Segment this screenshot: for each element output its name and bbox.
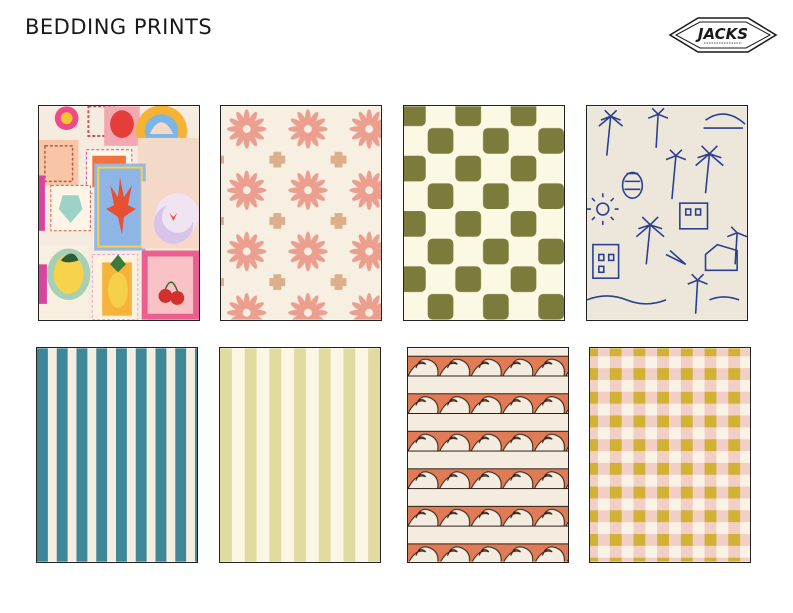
- print-navy-palm-toile[interactable]: [586, 105, 748, 321]
- svg-text:JACKS: JACKS: [695, 25, 748, 43]
- print-green-stripe[interactable]: [219, 347, 381, 563]
- page-title: BEDDING PRINTS: [25, 15, 213, 39]
- print-olive-check[interactable]: [403, 105, 565, 321]
- print-teal-stripe[interactable]: [36, 347, 198, 563]
- print-orange-wave[interactable]: [407, 347, 569, 563]
- print-blush-floral[interactable]: [220, 105, 382, 321]
- jacks-logo: JACKS: [668, 14, 778, 56]
- print-pink-mustard-check[interactable]: [589, 347, 751, 563]
- print-novelty-stamps[interactable]: [38, 105, 200, 321]
